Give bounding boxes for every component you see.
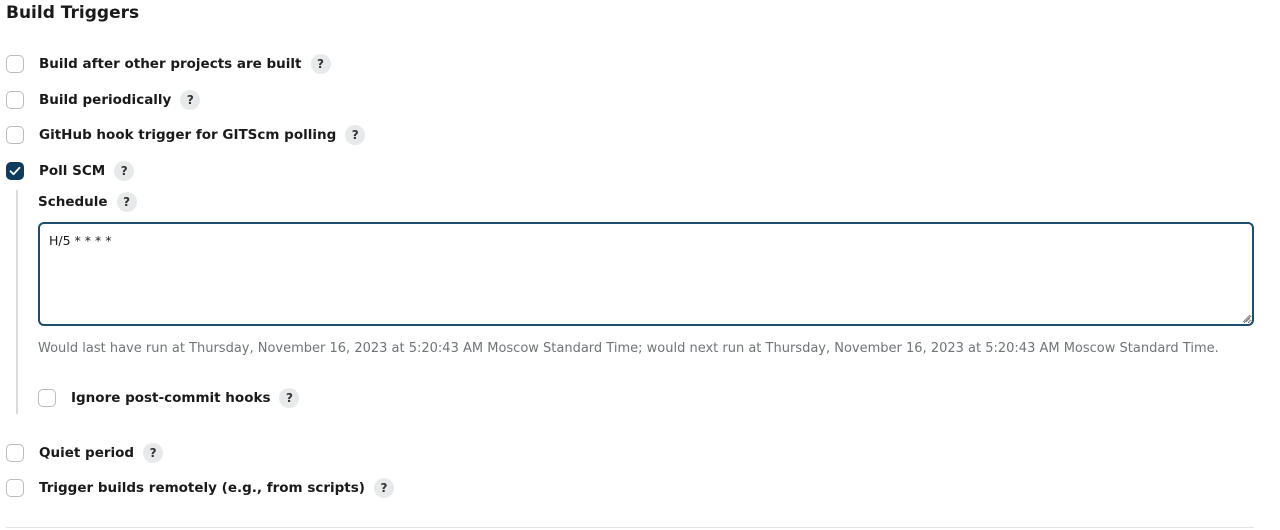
build-triggers-page: Build Triggers Build after other project… xyxy=(0,0,1280,530)
github-hook-checkbox[interactable] xyxy=(6,126,24,144)
trigger-build-periodically[interactable]: Build periodically ? xyxy=(6,89,201,111)
nested-options-divider xyxy=(16,190,18,414)
ignore-post-commit-hooks-row[interactable]: Ignore post-commit hooks ? xyxy=(38,387,300,409)
ignore-post-commit-hooks-checkbox[interactable] xyxy=(38,389,56,407)
build-periodically-checkbox[interactable] xyxy=(6,91,24,109)
trigger-label: Build periodically xyxy=(39,92,172,108)
help-icon[interactable]: ? xyxy=(279,388,300,408)
schedule-hint-text: Would last have run at Thursday, Novembe… xyxy=(38,341,1219,356)
help-icon[interactable]: ? xyxy=(116,192,137,212)
help-icon[interactable]: ? xyxy=(373,478,394,498)
poll-scm-checkbox[interactable] xyxy=(6,162,24,180)
help-icon[interactable]: ? xyxy=(143,443,164,463)
help-icon[interactable]: ? xyxy=(345,125,366,145)
help-icon[interactable]: ? xyxy=(180,90,201,110)
trigger-label: Quiet period xyxy=(39,445,135,461)
help-icon[interactable]: ? xyxy=(114,161,135,181)
schedule-label: Schedule xyxy=(38,194,108,210)
build-after-other-projects-checkbox[interactable] xyxy=(6,55,24,73)
trigger-build-after-other-projects[interactable]: Build after other projects are built ? xyxy=(6,53,331,75)
trigger-builds-remotely-checkbox[interactable] xyxy=(6,479,24,497)
trigger-poll-scm[interactable]: Poll SCM ? xyxy=(6,160,135,182)
ignore-hooks-label: Ignore post-commit hooks xyxy=(71,390,271,406)
section-title: Build Triggers xyxy=(6,3,140,23)
trigger-quiet-period[interactable]: Quiet period ? xyxy=(6,442,164,464)
trigger-github-hook[interactable]: GitHub hook trigger for GITScm polling ? xyxy=(6,124,366,146)
trigger-builds-remotely[interactable]: Trigger builds remotely (e.g., from scri… xyxy=(6,477,394,499)
checkmark-icon xyxy=(9,166,21,176)
section-divider xyxy=(6,527,1254,528)
trigger-label: GitHub hook trigger for GITScm polling xyxy=(39,127,337,143)
schedule-textarea[interactable] xyxy=(38,222,1254,326)
trigger-label: Build after other projects are built xyxy=(39,56,302,72)
quiet-period-checkbox[interactable] xyxy=(6,444,24,462)
schedule-label-row: Schedule ? xyxy=(38,191,137,213)
trigger-label: Trigger builds remotely (e.g., from scri… xyxy=(39,480,365,496)
help-icon[interactable]: ? xyxy=(310,54,331,74)
trigger-label: Poll SCM xyxy=(39,163,106,179)
